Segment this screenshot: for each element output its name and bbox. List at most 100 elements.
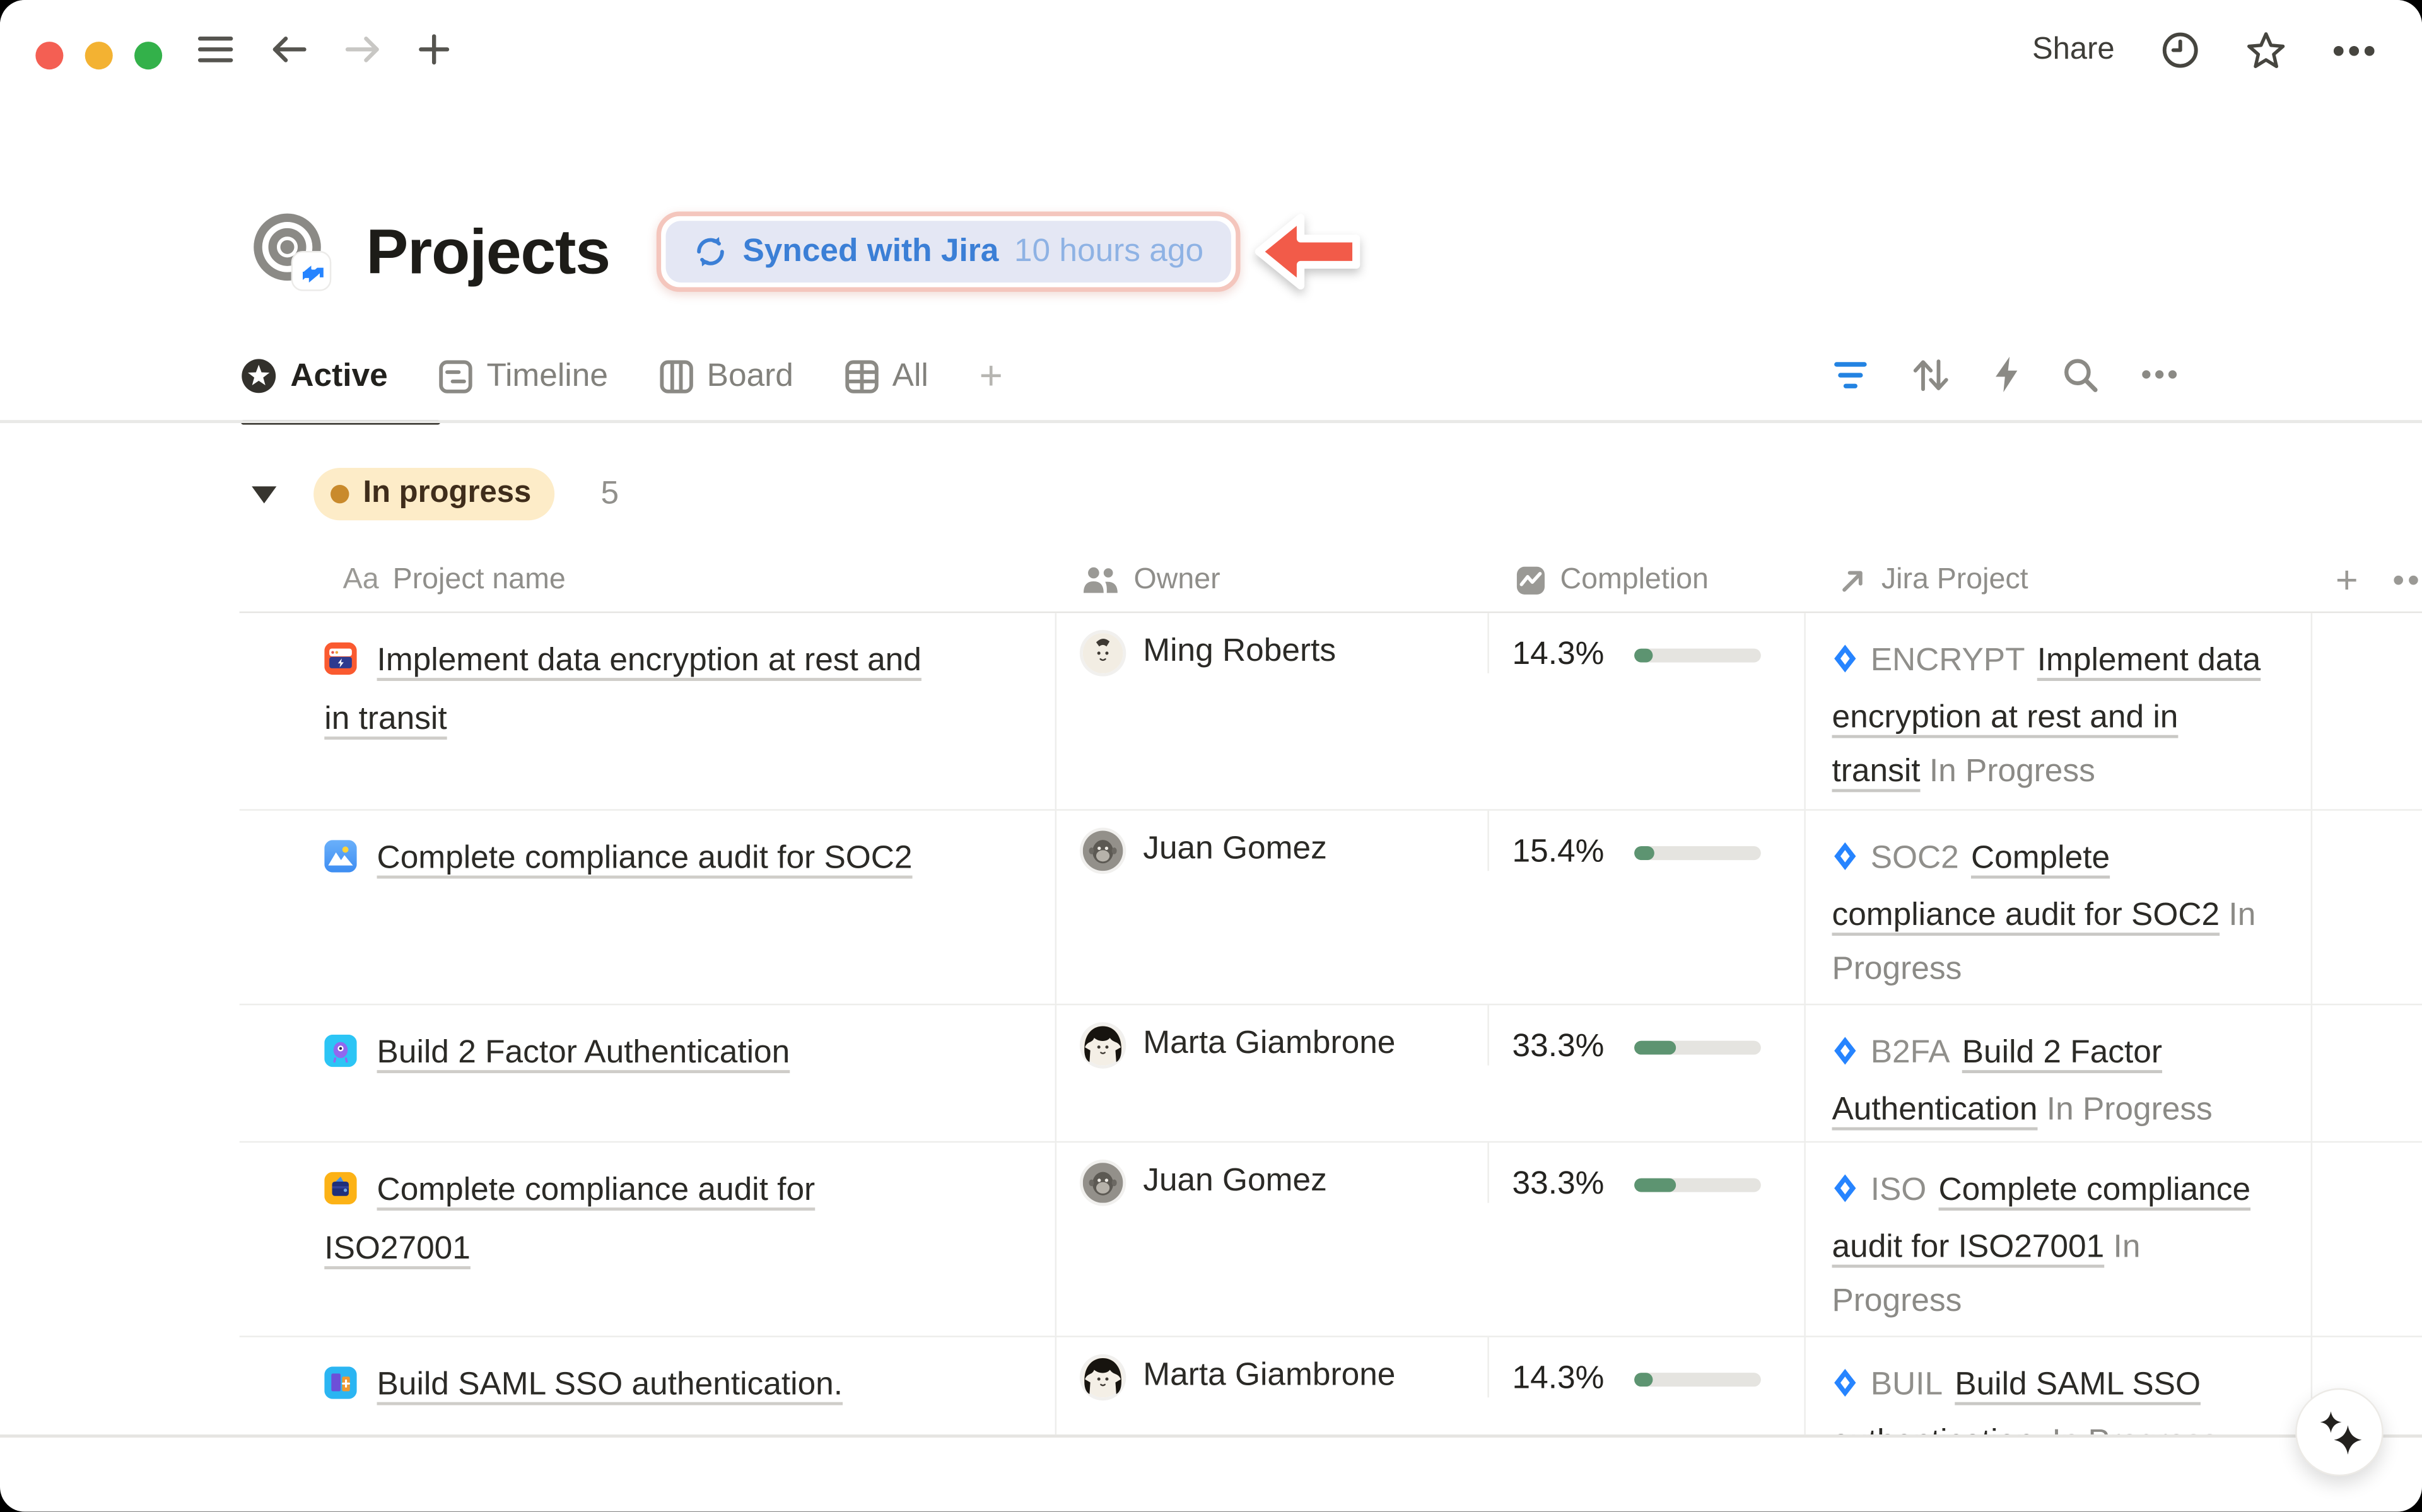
sort-icon[interactable] — [1910, 356, 1951, 393]
project-icon-mountains — [324, 835, 356, 890]
sync-highlight-ring: Synced with Jira 10 hours ago — [656, 212, 1241, 292]
jira-cell[interactable]: SOC2 Complete compliance audit for SOC2 … — [1804, 811, 2310, 1004]
table-row: Build 2 Factor Authentication Marta Giam… — [240, 1005, 2422, 1143]
automations-lightning-icon[interactable] — [1992, 355, 2020, 393]
project-icon-books — [324, 1362, 356, 1416]
page-icon-target-jira[interactable] — [252, 212, 332, 292]
table-options-icon[interactable]: ••• — [2392, 561, 2422, 601]
owner-cell[interactable]: Marta Giambrone — [1055, 1005, 1488, 1141]
favorite-star-icon[interactable] — [2246, 31, 2286, 69]
owner-cell[interactable]: Juan Gomez — [1055, 1143, 1488, 1335]
column-header-project-name[interactable]: Aa Project name — [240, 564, 1055, 598]
tab-all[interactable]: All — [845, 358, 928, 395]
column-header-owner[interactable]: Owner — [1055, 564, 1488, 598]
tab-timeline[interactable]: Timeline — [439, 358, 608, 395]
completion-cell[interactable]: 15.4% — [1487, 811, 1804, 871]
owner-name: Marta Giambrone — [1143, 1356, 1395, 1396]
synced-with-jira-button[interactable]: Synced with Jira 10 hours ago — [665, 221, 1231, 282]
table-row: Complete compliance audit for ISO27001 J… — [240, 1143, 2422, 1337]
close-window-button[interactable] — [35, 42, 63, 69]
completion-bar-fill — [1634, 1040, 1676, 1054]
tab-label: Board — [707, 358, 793, 395]
project-name-link[interactable]: Complete compliance audit for SOC2 — [377, 840, 913, 875]
add-view-button[interactable]: + — [980, 352, 1003, 400]
jira-issue-key: B2FA — [1871, 1035, 1950, 1070]
completion-bar — [1634, 1040, 1761, 1054]
owner-name: Juan Gomez — [1143, 829, 1327, 869]
jira-cell[interactable]: ENCRYPT Implement data encryption at res… — [1804, 613, 2310, 809]
completion-bar — [1634, 648, 1761, 661]
jira-issue-key: ISO — [1871, 1172, 1927, 1207]
table-row: Build SAML SSO authentication. Marta Gia… — [240, 1337, 2422, 1434]
project-name-link[interactable]: Build 2 Factor Authentication — [377, 1035, 790, 1070]
jira-cell[interactable]: B2FA Build 2 Factor Authentication In Pr… — [1804, 1005, 2310, 1141]
search-icon[interactable] — [2062, 356, 2099, 393]
completion-bar — [1634, 1372, 1761, 1386]
project-icon-alien — [324, 1030, 356, 1084]
owner-cell[interactable]: Marta Giambrone — [1055, 1337, 1488, 1434]
completion-percent: 14.3% — [1512, 636, 1634, 673]
jira-cell[interactable]: BUIL Build SAML SSO authentication. In P… — [1804, 1337, 2310, 1434]
completion-percent: 15.4% — [1512, 834, 1634, 871]
view-options-icon[interactable] — [2141, 369, 2178, 380]
avatar — [1083, 633, 1123, 673]
collapse-group-toggle[interactable] — [252, 486, 276, 503]
more-options-icon[interactable] — [2332, 44, 2376, 57]
status-dot — [331, 484, 349, 503]
column-header-completion[interactable]: Completion — [1487, 564, 1804, 598]
table-row: Implement data encryption at rest and in… — [240, 613, 2422, 810]
new-tab-icon[interactable] — [419, 34, 450, 65]
add-property-button[interactable]: + — [2336, 558, 2358, 603]
external-arrow-icon — [1838, 566, 1868, 596]
back-arrow-icon[interactable] — [271, 34, 308, 65]
share-button[interactable]: Share — [2032, 32, 2115, 67]
table-header-row: Aa Project name Owner Completion Jira P — [240, 550, 2422, 613]
history-clock-icon[interactable] — [2161, 31, 2199, 69]
minimize-window-button[interactable] — [85, 42, 113, 69]
empty-cell — [2311, 811, 2422, 1004]
traffic-lights — [35, 42, 162, 69]
ai-assistant-button[interactable] — [2295, 1388, 2384, 1477]
menu-icon[interactable] — [197, 34, 233, 65]
tab-label: All — [892, 358, 928, 395]
tabs-divider — [0, 420, 2422, 423]
completion-percent: 14.3% — [1512, 1361, 1634, 1398]
zoom-window-button[interactable] — [134, 42, 162, 69]
owner-name: Marta Giambrone — [1143, 1024, 1395, 1064]
completion-cell[interactable]: 14.3% — [1487, 1337, 1804, 1398]
sparkles-icon — [2313, 1406, 2365, 1458]
forward-arrow-icon[interactable] — [344, 34, 382, 65]
completion-cell[interactable]: 33.3% — [1487, 1005, 1804, 1066]
filter-icon[interactable] — [1832, 358, 1869, 392]
completion-percent: 33.3% — [1512, 1166, 1634, 1203]
owner-cell[interactable]: Juan Gomez — [1055, 811, 1488, 1004]
content-bottom-divider — [0, 1434, 2422, 1438]
completion-percent: 33.3% — [1512, 1028, 1634, 1066]
owner-cell[interactable]: Ming Roberts — [1055, 613, 1488, 809]
completion-cell[interactable]: 14.3% — [1487, 613, 1804, 673]
window-toolbar: Share — [0, 0, 2422, 114]
sync-time-label: 10 hours ago — [1014, 233, 1203, 270]
chart-icon — [1515, 565, 1546, 596]
jira-issue-icon — [1832, 636, 1858, 690]
avatar — [1083, 1358, 1123, 1398]
project-name-link[interactable]: Complete compliance audit for ISO27001 — [324, 1172, 815, 1266]
tab-active[interactable]: Active — [241, 358, 388, 395]
sync-icon — [693, 235, 727, 269]
project-icon-browser — [324, 637, 356, 692]
empty-cell — [2311, 1005, 2422, 1141]
star-circle-icon — [241, 358, 276, 393]
completion-bar-fill — [1634, 648, 1653, 661]
column-header-jira-project[interactable]: Jira Project — [1804, 564, 2310, 598]
project-name-link[interactable]: Implement data encryption at rest and in… — [324, 643, 921, 736]
group-status-badge[interactable]: In progress — [313, 468, 554, 520]
jira-issue-icon — [1832, 1028, 1858, 1083]
jira-issue-status: In Progress — [1929, 753, 2095, 789]
app-window: Share — [0, 0, 2422, 1512]
completion-cell[interactable]: 33.3% — [1487, 1143, 1804, 1203]
tab-board[interactable]: Board — [659, 358, 793, 395]
owner-name: Ming Roberts — [1143, 632, 1336, 672]
project-name-link[interactable]: Build SAML SSO authentication. — [377, 1366, 843, 1402]
jira-cell[interactable]: ISO Complete compliance audit for ISO270… — [1804, 1143, 2310, 1335]
page-title: Projects — [366, 216, 609, 288]
